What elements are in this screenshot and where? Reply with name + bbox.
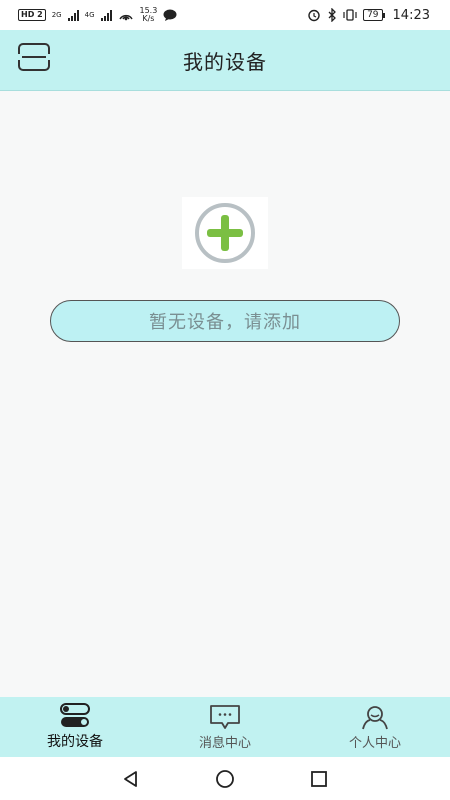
hd-badge-text: HD — [21, 10, 35, 19]
nav-label-messages: 消息中心 — [198, 735, 251, 751]
empty-device-message[interactable]: 暂无设备，请添加 — [50, 300, 400, 342]
nav-item-messages[interactable]: 消息中心 — [170, 699, 280, 755]
nav-label-profile: 个人中心 — [348, 735, 401, 751]
message-notification-icon — [163, 9, 177, 21]
signal-icon-2 — [100, 9, 112, 21]
list-toggle-icon — [18, 43, 50, 71]
signal-icon — [67, 9, 79, 21]
alarm-icon — [308, 9, 320, 22]
clock: 14:23 — [392, 7, 430, 23]
network-4g-label: 4G — [84, 11, 95, 19]
recents-button[interactable] — [307, 767, 331, 791]
system-nav-bar — [0, 757, 450, 800]
empty-device-text: 暂无设备，请添加 — [149, 312, 301, 333]
bluetooth-icon — [328, 8, 336, 22]
chat-bubble-icon — [210, 704, 240, 729]
vibrate-icon — [343, 9, 357, 21]
add-device-button[interactable] — [182, 197, 268, 269]
status-bar: HD 2 2G 4G 15.3 K/s 79 14:23 — [0, 0, 450, 30]
speed-unit: K/s — [142, 14, 155, 23]
menu-button[interactable] — [18, 42, 50, 72]
back-triangle-icon — [124, 770, 137, 787]
bottom-nav: 我的设备 消息中心 个人中心 — [0, 697, 450, 757]
page-title: 我的设备 — [183, 49, 267, 74]
status-left: HD 2 2G 4G 15.3 K/s — [18, 7, 177, 23]
network-2g-label: 2G — [51, 11, 62, 19]
nav-item-my-devices[interactable]: 我的设备 — [20, 699, 130, 755]
home-button[interactable] — [213, 767, 237, 791]
home-circle-icon — [216, 769, 234, 788]
app-header: 我的设备 — [0, 30, 450, 91]
back-button[interactable] — [119, 767, 143, 791]
hotspot-icon — [118, 14, 133, 21]
recents-square-icon — [311, 770, 327, 787]
nav-label-my-devices: 我的设备 — [47, 734, 103, 750]
hd-badge: HD 2 — [18, 9, 46, 21]
person-icon — [362, 705, 388, 729]
status-right: 79 14:23 — [307, 8, 430, 23]
network-speed: 15.3 K/s — [140, 7, 158, 23]
nav-item-profile[interactable]: 个人中心 — [320, 699, 430, 755]
battery-indicator: 79 — [363, 9, 386, 21]
hd-badge-sub: 2 — [37, 10, 43, 19]
toggle-switches-icon — [60, 703, 90, 727]
plus-circle-icon — [195, 203, 255, 263]
